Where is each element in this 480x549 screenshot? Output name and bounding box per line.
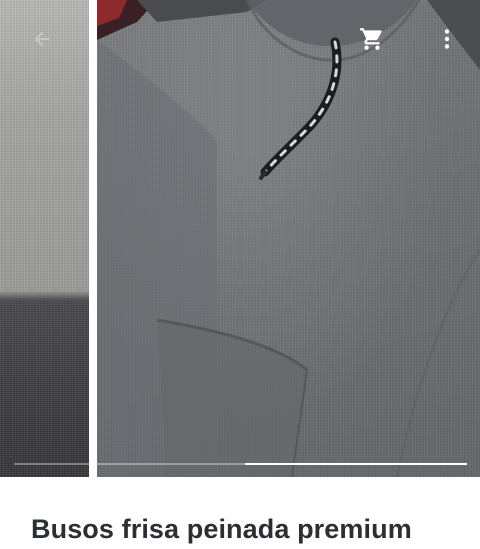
previous-photo[interactable]: [0, 0, 89, 477]
front-pocket: [157, 320, 307, 477]
cart-button[interactable]: [352, 19, 392, 59]
shopping-cart-icon: [360, 28, 382, 50]
back-button[interactable]: [22, 19, 62, 59]
current-photo[interactable]: [97, 0, 480, 477]
photo-divider: [89, 0, 97, 477]
product-photo-gallery[interactable]: [0, 0, 480, 477]
hoodie-illustration: [97, 0, 480, 477]
more-vert-icon: [444, 29, 450, 49]
gallery-page-indicator: [14, 463, 467, 465]
arrow-back-icon: [34, 31, 50, 47]
drawstring: [260, 37, 342, 177]
more-options-button[interactable]: [427, 19, 467, 59]
product-title: Busos frisa peinada premium: [31, 514, 412, 544]
fabric-fold: [396, 249, 480, 477]
product-screen: Busos frisa peinada premium: [0, 0, 480, 549]
gallery-page-indicator-active: [245, 463, 467, 465]
previous-photo-dark-fabric: [0, 300, 89, 477]
